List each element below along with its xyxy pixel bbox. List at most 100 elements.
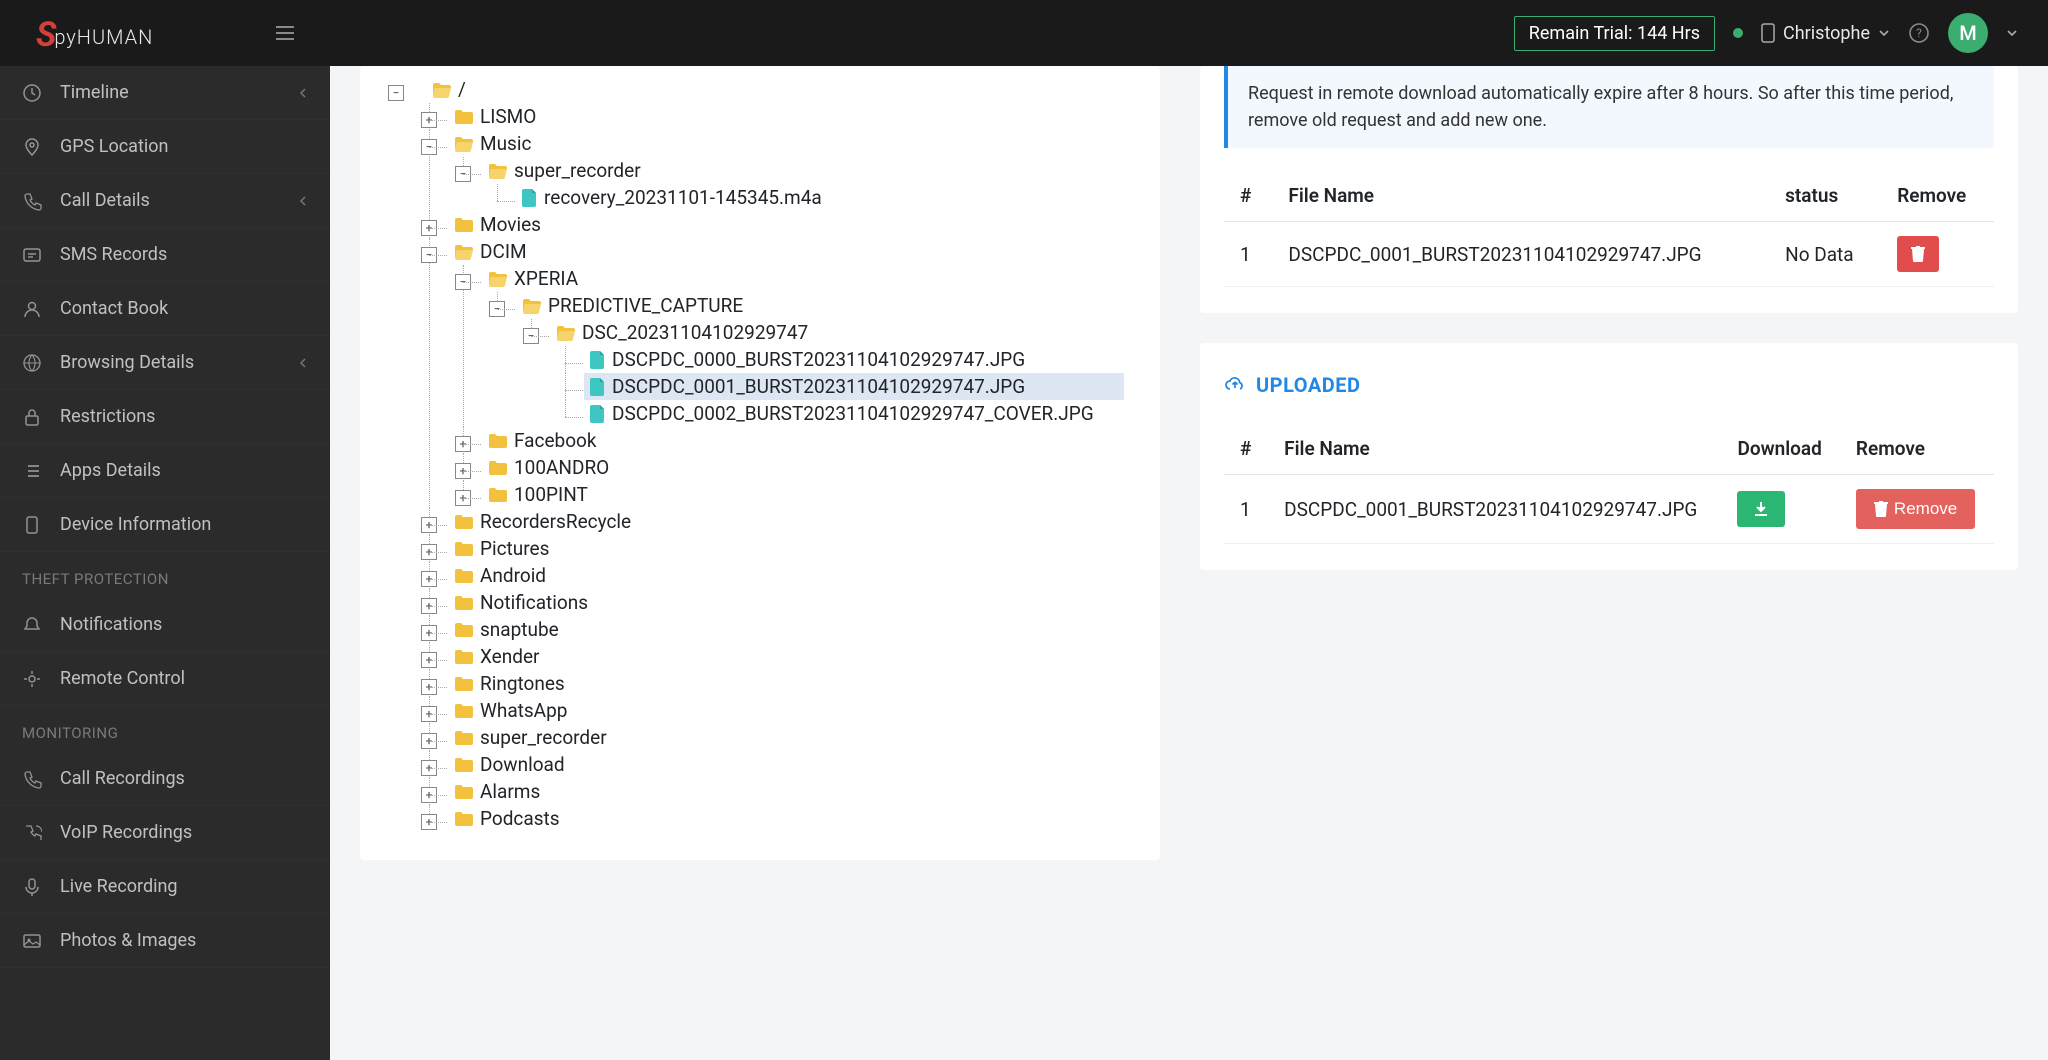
expand-toggle[interactable]: + (421, 706, 437, 722)
avatar-initial: M (1959, 21, 1977, 45)
remove-button[interactable]: Remove (1856, 489, 1975, 529)
tree-folder[interactable]: super_recorder (482, 157, 1124, 184)
collapse-toggle[interactable]: − (523, 328, 539, 344)
expand-toggle[interactable]: + (421, 760, 437, 776)
tree-node: +Notifications (448, 589, 1124, 616)
tree-folder[interactable]: Download (448, 751, 1124, 778)
collapse-toggle[interactable]: − (489, 301, 505, 317)
sidebar-item-sms-records[interactable]: SMS Records (0, 228, 330, 282)
tree-file[interactable]: DSCPDC_0002_BURST20231104102929747_COVER… (584, 400, 1124, 427)
expand-toggle[interactable]: + (421, 544, 437, 560)
tree-folder[interactable]: Podcasts (448, 805, 1124, 832)
tree-folder[interactable]: RecordersRecycle (448, 508, 1124, 535)
pending-table: # File Name status Remove 1DSCPDC_0001_B… (1224, 170, 1994, 287)
tree-folder[interactable]: 100PINT (482, 481, 1124, 508)
sidebar-item-notifications[interactable]: Notifications (0, 598, 330, 652)
menu-toggle-button[interactable] (273, 21, 297, 45)
folder-icon (454, 784, 474, 800)
sidebar-item-gps-location[interactable]: GPS Location (0, 120, 330, 174)
tree-folder[interactable]: LISMO (448, 103, 1124, 130)
collapse-toggle[interactable]: − (388, 85, 404, 101)
tree-node: +Podcasts (448, 805, 1124, 832)
sidebar-item-contact-book[interactable]: Contact Book (0, 282, 330, 336)
tree-folder[interactable]: DSC_20231104102929747 (550, 319, 1124, 346)
logo-prefix: S (36, 15, 57, 55)
sidebar-item-call-details[interactable]: Call Details (0, 174, 330, 228)
collapse-toggle[interactable]: − (455, 274, 471, 290)
download-button[interactable] (1737, 491, 1785, 527)
expand-toggle[interactable]: + (421, 733, 437, 749)
tree-folder[interactable]: snaptube (448, 616, 1124, 643)
chevron-down-icon[interactable] (2006, 27, 2018, 39)
expand-toggle[interactable]: + (421, 652, 437, 668)
sidebar-item-live-recording[interactable]: Live Recording (0, 860, 330, 914)
tree-folder[interactable]: Notifications (448, 589, 1124, 616)
expand-toggle[interactable]: + (421, 220, 437, 236)
expand-toggle[interactable]: + (421, 598, 437, 614)
tree-folder[interactable]: Xender (448, 643, 1124, 670)
tree-folder[interactable]: Movies (448, 211, 1124, 238)
tree-folder[interactable]: Pictures (448, 535, 1124, 562)
node-label: Alarms (480, 782, 540, 801)
remove-button[interactable] (1897, 236, 1939, 272)
cell-num: 1 (1224, 222, 1272, 287)
cell-filename: DSCPDC_0001_BURST20231104102929747.JPG (1272, 222, 1769, 287)
tree-file[interactable]: DSCPDC_0000_BURST20231104102929747.JPG (584, 346, 1124, 373)
col-status: status (1769, 170, 1881, 222)
sidebar-item-timeline[interactable]: Timeline (0, 66, 330, 120)
folder-open-icon (522, 298, 542, 314)
brand-logo: S pyHUMAN (36, 13, 153, 53)
sidebar-item-device-information[interactable]: Device Information (0, 498, 330, 552)
expand-toggle[interactable]: + (455, 490, 471, 506)
tree-file[interactable]: DSCPDC_0001_BURST20231104102929747.JPG (584, 373, 1124, 400)
expand-toggle[interactable]: + (455, 436, 471, 452)
expand-toggle[interactable]: + (421, 112, 437, 128)
tree-node: −PREDICTIVE_CAPTURE−DSC_2023110410292974… (516, 292, 1124, 427)
help-button[interactable]: ? (1908, 22, 1930, 44)
sidebar-item-label: Device Information (60, 514, 211, 535)
expand-toggle[interactable]: + (421, 814, 437, 830)
remove-label: Remove (1894, 499, 1957, 519)
sidebar-item-apps-details[interactable]: Apps Details (0, 444, 330, 498)
sidebar-item-voip-recordings[interactable]: VoIP Recordings (0, 806, 330, 860)
expand-toggle[interactable]: + (421, 679, 437, 695)
sidebar-item-call-recordings[interactable]: Call Recordings (0, 752, 330, 806)
tree-folder[interactable]: 100ANDRO (482, 454, 1124, 481)
folder-icon (454, 730, 474, 746)
download-icon (1753, 501, 1769, 517)
sidebar-item-restrictions[interactable]: Restrictions (0, 390, 330, 444)
tree-folder[interactable]: WhatsApp (448, 697, 1124, 724)
device-icon (22, 515, 42, 535)
tree-folder[interactable]: PREDICTIVE_CAPTURE (516, 292, 1124, 319)
tree-folder[interactable]: XPERIA (482, 265, 1124, 292)
tree-folder[interactable]: Alarms (448, 778, 1124, 805)
expand-toggle[interactable]: + (421, 517, 437, 533)
tree-folder[interactable]: DCIM (448, 238, 1124, 265)
uploaded-card: UPLOADED # File Name Download Remove 1DS… (1200, 343, 2018, 570)
expand-toggle[interactable]: + (421, 787, 437, 803)
node-label: Notifications (480, 593, 588, 612)
avatar[interactable]: M (1948, 13, 1988, 53)
trash-icon (1911, 246, 1925, 262)
user-name: Christophe (1783, 23, 1870, 44)
tree-folder[interactable]: Music (448, 130, 1124, 157)
collapse-toggle[interactable]: − (421, 139, 437, 155)
collapse-toggle[interactable]: − (455, 166, 471, 182)
tree-node: +WhatsApp (448, 697, 1124, 724)
sidebar-item-photos-images[interactable]: Photos & Images (0, 914, 330, 968)
tree-folder[interactable]: super_recorder (448, 724, 1124, 751)
expand-toggle[interactable]: + (421, 571, 437, 587)
tree-file[interactable]: recovery_20231101-145345.m4a (516, 184, 1124, 211)
tree-folder[interactable]: / (426, 76, 1124, 103)
user-menu[interactable]: Christophe (1761, 23, 1890, 44)
tree-folder[interactable]: Ringtones (448, 670, 1124, 697)
expand-toggle[interactable]: + (455, 463, 471, 479)
tree-folder[interactable]: Facebook (482, 427, 1124, 454)
collapse-toggle[interactable]: − (421, 247, 437, 263)
expand-toggle[interactable]: + (421, 625, 437, 641)
sidebar-item-remote-control[interactable]: Remote Control (0, 652, 330, 706)
tree-folder[interactable]: Android (448, 562, 1124, 589)
node-label: PREDICTIVE_CAPTURE (548, 296, 743, 315)
sidebar-item-browsing-details[interactable]: Browsing Details (0, 336, 330, 390)
list-icon (22, 461, 42, 481)
